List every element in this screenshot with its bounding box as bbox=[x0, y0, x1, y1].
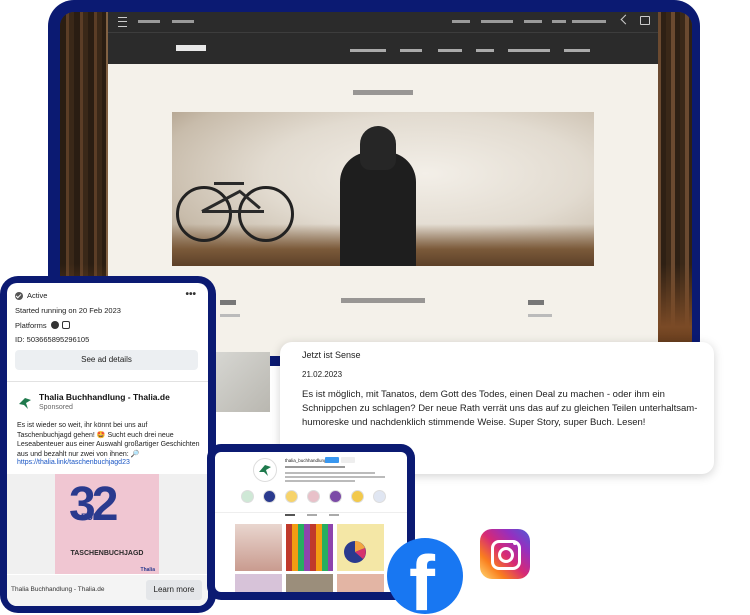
instagram-platform-icon bbox=[62, 321, 70, 329]
profile-stats bbox=[285, 466, 345, 468]
ad-creative[interactable]: 32 FÜR TASCHENBUCHJAGD Thalia bbox=[7, 474, 208, 574]
ad-footer: Thalia Buchhandlung - Thalia.de Learn mo… bbox=[7, 575, 208, 606]
ad-body-text: Es ist wieder so weit, ihr könnt bei uns… bbox=[17, 422, 200, 458]
thumbnail-marker bbox=[528, 314, 552, 317]
bicycle-wheel-icon bbox=[176, 186, 232, 242]
instagram-flash bbox=[513, 541, 517, 545]
divider bbox=[7, 381, 208, 382]
thumbnail-marker bbox=[528, 300, 544, 305]
nav-link-blur[interactable] bbox=[481, 20, 513, 23]
review-date: 21.02.2023 bbox=[302, 370, 343, 379]
story-highlight[interactable] bbox=[351, 490, 364, 503]
navbar-top-row bbox=[108, 12, 658, 33]
story-highlight[interactable] bbox=[373, 490, 386, 503]
bicycle-frame bbox=[202, 210, 264, 213]
back-arrow-icon[interactable] bbox=[620, 14, 631, 25]
profile-tabs bbox=[215, 512, 407, 519]
review-body: Es ist möglich, mit Tanatos, dem Gott de… bbox=[302, 389, 698, 428]
window-icon[interactable] bbox=[640, 16, 650, 25]
card-title: TASCHENBUCHJAGD bbox=[70, 550, 144, 557]
instagram-profile: thalia_buchhandlungen bbox=[215, 452, 407, 592]
post-thumbnail[interactable] bbox=[337, 524, 384, 571]
story-highlight[interactable] bbox=[285, 490, 298, 503]
post-thumbnail[interactable] bbox=[286, 524, 333, 571]
facebook-logo: f bbox=[387, 538, 463, 614]
nav-link-blur[interactable] bbox=[138, 20, 160, 23]
website-logo[interactable] bbox=[176, 43, 206, 51]
menu-item[interactable] bbox=[400, 49, 422, 52]
menu-item[interactable] bbox=[350, 49, 386, 52]
see-ad-details-button[interactable]: See ad details bbox=[15, 350, 198, 370]
ad-footer-domain: Thalia Buchhandlung - Thalia.de bbox=[11, 586, 105, 593]
instagram-logo bbox=[480, 529, 530, 579]
ad-started: Started running on 20 Feb 2023 bbox=[15, 306, 121, 315]
card-fuer: FÜR bbox=[81, 512, 100, 522]
profile-bio bbox=[285, 472, 395, 482]
review-title: Jetzt ist Sense bbox=[302, 350, 361, 360]
thumbnail-marker bbox=[220, 314, 240, 317]
menu-item[interactable] bbox=[564, 49, 590, 52]
post-thumbnail[interactable] bbox=[337, 574, 384, 592]
post-thumbnail[interactable] bbox=[286, 574, 333, 592]
message-button[interactable] bbox=[341, 457, 355, 463]
tab-reels[interactable] bbox=[307, 514, 317, 516]
nav-link-blur[interactable] bbox=[572, 20, 606, 23]
card-brand: Thalia bbox=[140, 567, 155, 573]
thumbnail-image bbox=[210, 352, 270, 412]
ad-library-card: Active ••• Started running on 20 Feb 202… bbox=[7, 283, 208, 606]
instagram-lens bbox=[498, 547, 514, 563]
ad-platforms-label: Platforms bbox=[15, 321, 47, 330]
thumbnail-marker bbox=[220, 300, 236, 305]
bicycle-frame bbox=[214, 182, 244, 185]
tab-posts[interactable] bbox=[285, 514, 295, 516]
check-icon bbox=[15, 292, 23, 300]
nav-link-blur[interactable] bbox=[172, 20, 194, 23]
ad-status: Active bbox=[27, 291, 48, 300]
taschenbuchjagd-card: 32 FÜR TASCHENBUCHJAGD Thalia bbox=[55, 474, 159, 574]
ad-id: ID: 503665895296105 bbox=[15, 335, 90, 344]
facebook-f-icon: f bbox=[409, 539, 435, 614]
hood-shape bbox=[360, 126, 396, 170]
nav-link-blur[interactable] bbox=[452, 20, 470, 23]
post-thumbnail[interactable] bbox=[235, 574, 282, 592]
follow-button[interactable] bbox=[325, 457, 339, 463]
thalia-logo bbox=[19, 398, 31, 409]
nav-link-blur[interactable] bbox=[524, 20, 542, 23]
nav-link-blur[interactable] bbox=[552, 20, 566, 23]
sponsored-label: Sponsored bbox=[39, 404, 73, 411]
hamburger-icon[interactable] bbox=[118, 17, 127, 27]
story-highlight[interactable] bbox=[307, 490, 320, 503]
story-highlight[interactable] bbox=[329, 490, 342, 503]
ad-link[interactable]: https://thalia.link/taschenbuchjagd23 bbox=[17, 459, 130, 466]
hero-image bbox=[172, 112, 594, 266]
story-highlight[interactable] bbox=[241, 490, 254, 503]
story-highlight[interactable] bbox=[263, 490, 276, 503]
more-icon[interactable]: ••• bbox=[185, 289, 196, 300]
post-thumbnail[interactable] bbox=[235, 524, 282, 571]
menu-item[interactable] bbox=[508, 49, 550, 52]
website-navbar bbox=[108, 12, 658, 64]
menu-item[interactable] bbox=[438, 49, 462, 52]
page-heading bbox=[108, 90, 658, 95]
menu-item[interactable] bbox=[476, 49, 494, 52]
card-number: 32 bbox=[69, 478, 118, 531]
advertiser-name[interactable]: Thalia Buchhandlung - Thalia.de bbox=[39, 392, 170, 402]
profile-avatar[interactable] bbox=[253, 458, 277, 482]
learn-more-button[interactable]: Learn more bbox=[146, 580, 202, 600]
facebook-platform-icon bbox=[51, 321, 59, 329]
tab-tagged[interactable] bbox=[329, 514, 339, 516]
